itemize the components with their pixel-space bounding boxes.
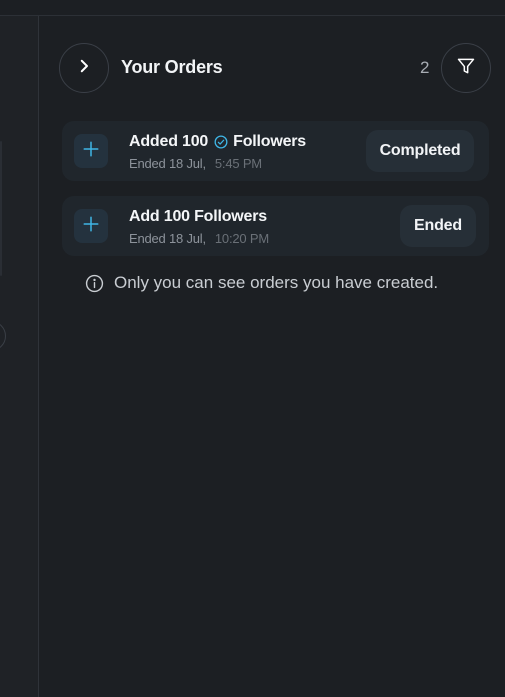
plus-icon <box>82 215 100 238</box>
privacy-notice-text: Only you can see orders you have created… <box>114 273 439 292</box>
order-title: Added 100 Followers <box>129 133 306 151</box>
status-badge: Ended <box>400 205 476 247</box>
order-title-suffix: Followers <box>233 133 307 150</box>
order-title: Add 100 Followers <box>129 208 267 226</box>
page-title: Your Orders <box>121 57 223 77</box>
order-icon-box <box>74 209 108 243</box>
order-meta: Ended 18 Jul, 5:45 PM <box>129 156 262 171</box>
order-count: 2 <box>420 58 430 77</box>
plus-icon <box>82 140 100 163</box>
filter-icon <box>456 56 476 81</box>
expand-button[interactable] <box>59 43 109 93</box>
chevron-right-icon <box>75 57 93 80</box>
sidebar-edge-mark <box>0 141 2 276</box>
order-title-text: Add 100 Followers <box>129 208 267 225</box>
orders-panel: Your Orders 2 Added 100 Followers Ended … <box>0 0 505 697</box>
info-icon <box>85 274 104 293</box>
verified-icon <box>214 135 228 149</box>
sidebar-edge-button[interactable] <box>0 321 6 351</box>
privacy-notice: Only you can see orders you have created… <box>85 273 438 293</box>
sidebar-divider <box>38 16 39 697</box>
order-time: 10:20 PM <box>214 231 269 246</box>
order-icon-box <box>74 134 108 168</box>
order-date: Ended 18 Jul, <box>129 231 206 246</box>
filter-button[interactable] <box>441 43 491 93</box>
order-title-text: Added 100 <box>129 133 209 150</box>
orders-header: Your Orders 2 <box>58 43 492 95</box>
left-sidebar <box>0 16 38 697</box>
order-time: 5:45 PM <box>214 156 262 171</box>
order-card[interactable]: Added 100 Followers Ended 18 Jul, 5:45 PM… <box>62 121 489 181</box>
order-card[interactable]: Add 100 Followers Ended 18 Jul, 10:20 PM … <box>62 196 489 256</box>
order-meta: Ended 18 Jul, 10:20 PM <box>129 231 269 246</box>
status-badge: Completed <box>366 130 474 172</box>
top-divider <box>0 15 505 16</box>
order-date: Ended 18 Jul, <box>129 156 206 171</box>
